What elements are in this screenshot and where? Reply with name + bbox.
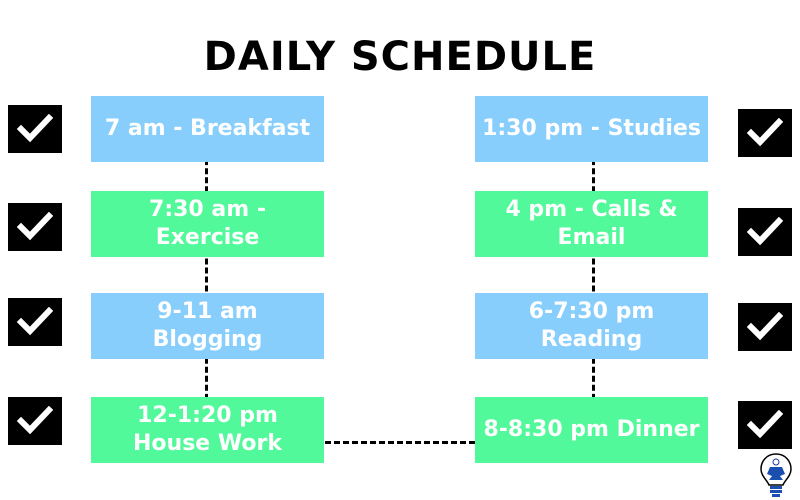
checkbox[interactable]: [738, 208, 792, 256]
checkbox[interactable]: [738, 303, 792, 351]
schedule-item-label: 6-7:30 pm Reading: [528, 299, 655, 352]
schedule-item-label: 7:30 am - Exercise: [149, 197, 266, 250]
schedule-item: 6-7:30 pm Reading: [475, 293, 708, 359]
checkbox[interactable]: [8, 298, 62, 346]
schedule-item-label: 8-8:30 pm Dinner: [483, 417, 700, 442]
schedule-item: 8-8:30 pm Dinner: [475, 397, 708, 463]
schedule-item-label: 12-1:20 pm House Work: [133, 403, 282, 456]
schedule-item: 9-11 am Blogging: [91, 293, 324, 359]
checkmark-icon: [747, 410, 783, 439]
checkmark-icon: [17, 212, 53, 241]
schedule-item: 1:30 pm - Studies: [475, 96, 708, 162]
checkbox[interactable]: [738, 109, 792, 157]
schedule-item-label: 1:30 pm - Studies: [482, 116, 701, 141]
checkmark-icon: [747, 217, 783, 246]
checkbox[interactable]: [8, 203, 62, 251]
checkmark-icon: [17, 307, 53, 336]
schedule-item-label: 7 am - Breakfast: [104, 116, 311, 141]
schedule-item-label: 9-11 am Blogging: [152, 299, 263, 352]
checkmark-icon: [747, 312, 783, 341]
connector-line: [325, 441, 475, 444]
schedule-item: 7 am - Breakfast: [91, 96, 324, 162]
checkmark-icon: [17, 406, 53, 435]
lightbulb-meditation-icon: [760, 453, 792, 497]
schedule-item-label: 4 pm - Calls & Email: [505, 197, 678, 250]
checkbox[interactable]: [738, 401, 792, 449]
checkmark-icon: [17, 114, 53, 143]
schedule-item: 7:30 am - Exercise: [91, 191, 324, 257]
checkmark-icon: [747, 118, 783, 147]
checkbox[interactable]: [8, 105, 62, 153]
schedule-item: 12-1:20 pm House Work: [91, 397, 324, 463]
checkbox[interactable]: [8, 397, 62, 445]
schedule-item: 4 pm - Calls & Email: [475, 191, 708, 257]
page-title: DAILY SCHEDULE: [203, 34, 597, 80]
